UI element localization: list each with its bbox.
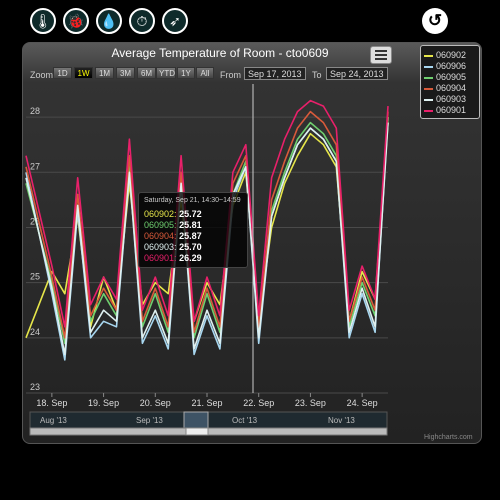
y-tick-label: 27 xyxy=(30,161,40,171)
tooltip-series: 060901 xyxy=(144,253,175,263)
x-tick-label: 20. Sep xyxy=(140,398,171,408)
tooltip-series: 060903 xyxy=(144,242,175,252)
x-tick-label: 18. Sep xyxy=(36,398,67,408)
scrollbar-thumb[interactable] xyxy=(185,427,209,436)
navigator-label: Sep '13 xyxy=(136,416,163,425)
tooltip-value: 26.29 xyxy=(179,253,202,263)
navigator-label: Aug '13 xyxy=(40,416,67,425)
x-tick-label: 19. Sep xyxy=(88,398,119,408)
tooltip-value: 25.72 xyxy=(179,209,202,219)
credits-link[interactable]: Highcharts.com xyxy=(424,434,473,441)
tooltip-row: 060904: 25.87 xyxy=(144,231,202,241)
tooltip-series: 060902 xyxy=(144,209,175,219)
y-tick-label: 25 xyxy=(30,272,40,282)
tooltip-value: 25.81 xyxy=(179,220,202,230)
data-tooltip: Saturday, Sep 21, 14:30~14:59 060902: 25… xyxy=(138,192,248,268)
tooltip-header: Saturday, Sep 21, 14:30~14:59 xyxy=(144,197,241,204)
tooltip-value: 25.87 xyxy=(179,231,202,241)
navigator-label: Nov '13 xyxy=(328,416,355,425)
y-tick-label: 28 xyxy=(30,106,40,116)
tooltip-row: 060902: 25.72 xyxy=(144,209,202,219)
tooltip-series: 060904 xyxy=(144,231,175,241)
temperature-chart: 232425262728 18. Sep 19. Sep 20. Sep 21. Se… xyxy=(25,84,389,436)
y-tick-label: 24 xyxy=(30,327,40,337)
tooltip-row: 060903: 25.70 xyxy=(144,242,202,252)
x-tick-label: 23. Sep xyxy=(295,398,326,408)
navigator-selection[interactable] xyxy=(183,411,209,429)
x-tick-label: 22. Sep xyxy=(243,398,274,408)
tooltip-series: 060905 xyxy=(144,220,175,230)
y-tick-label: 23 xyxy=(30,382,40,392)
x-tick-label: 24. Sep xyxy=(347,398,378,408)
tooltip-value: 25.70 xyxy=(179,242,202,252)
tooltip-row: 060905: 25.81 xyxy=(144,220,202,230)
x-tick-label: 21. Sep xyxy=(191,398,222,408)
tooltip-row: 060901: 26.29 xyxy=(144,253,202,263)
navigator-label: Oct '13 xyxy=(232,416,258,425)
